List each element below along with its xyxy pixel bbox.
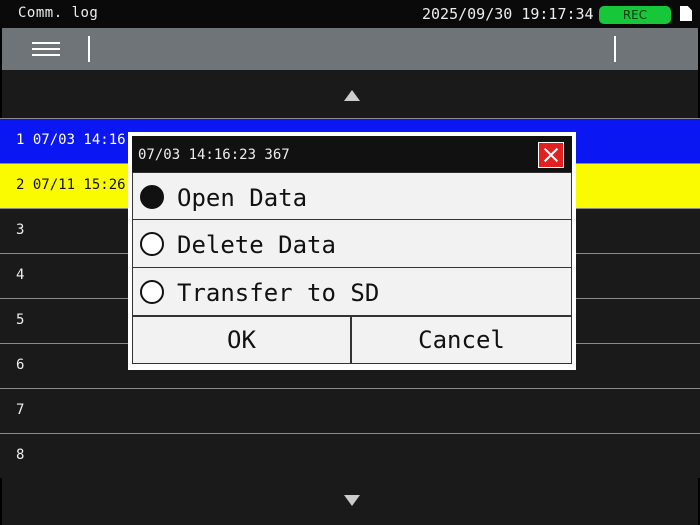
list-item-label: 8 [16,447,25,463]
radio-unselected-icon[interactable] [140,280,164,304]
rec-badge: REC [599,6,671,24]
radio-selected-icon[interactable] [140,185,164,209]
document-icon [680,6,692,21]
option-transfer-to-sd[interactable]: Transfer to SD [132,268,572,316]
option-open-data[interactable]: Open Data [132,172,572,220]
arrow-up-icon [344,90,360,101]
toolbar-divider-left [88,36,90,62]
list-item[interactable]: 8 [0,433,700,478]
clock-datetime: 2025/09/30 19:17:34 [422,5,594,23]
option-label: Open Data [177,184,308,212]
list-item-label: 1 07/03 14:16 [16,132,126,148]
option-delete-data[interactable]: Delete Data [132,220,572,268]
arrow-down-icon [344,495,360,506]
list-item-label: 7 [16,402,25,418]
hamburger-menu-icon[interactable] [32,40,60,58]
list-item[interactable]: 7 [0,388,700,433]
option-label: Delete Data [177,231,336,259]
close-icon[interactable] [538,142,564,168]
radio-unselected-icon[interactable] [140,232,164,256]
toolbar [2,28,698,70]
screen-title: Comm. log [18,5,99,21]
cancel-button[interactable]: Cancel [351,316,572,364]
option-list: Open Data Delete Data Transfer to SD [132,172,572,316]
option-label: Transfer to SD [177,279,380,307]
list-item-label: 3 [16,222,25,238]
dialog-header: 07/03 14:16:23 367 [132,136,572,172]
dialog-buttons: OK Cancel [132,316,572,364]
ok-button[interactable]: OK [132,316,351,364]
list-item-label: 4 [16,267,25,283]
status-bar: Comm. log 2025/09/30 19:17:34 REC [0,0,700,28]
dialog-title: 07/03 14:16:23 367 [138,147,290,163]
scroll-down-button[interactable] [2,477,698,525]
scroll-up-button[interactable] [2,70,698,118]
data-action-dialog: 07/03 14:16:23 367 Open Data Delete Data… [128,132,576,370]
list-item-label: 6 [16,357,25,373]
list-item-label: 5 [16,312,25,328]
list-item-label: 2 07/11 15:26 [16,177,126,193]
toolbar-divider-right [614,36,616,62]
